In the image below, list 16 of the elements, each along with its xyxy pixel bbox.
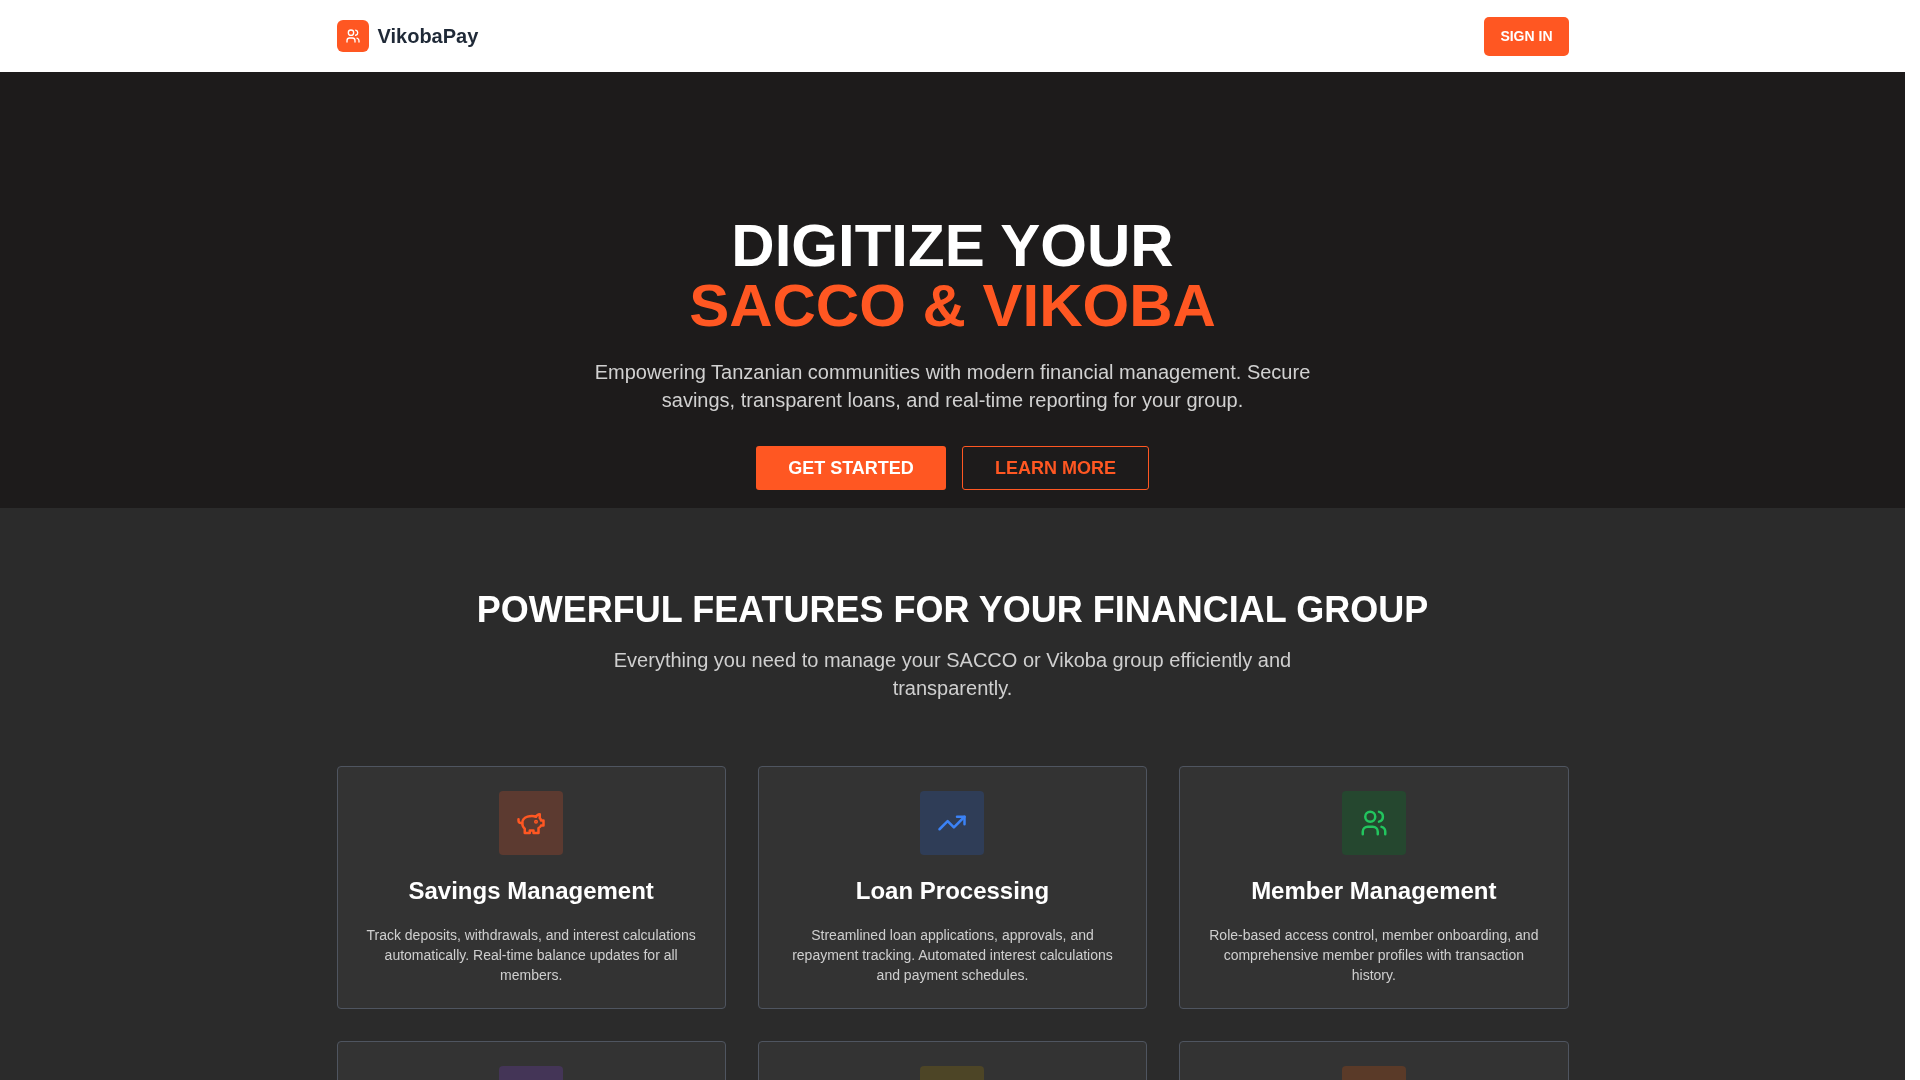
sign-in-button[interactable]: SIGN IN	[1484, 16, 1569, 56]
get-started-button[interactable]: GET STARTED	[756, 446, 946, 490]
hero-title-highlight: SACCO & VIKOBA	[689, 276, 1216, 336]
logo-icon	[336, 20, 369, 52]
feature-description: Streamlined loan applications, approvals, and repayment tracking. Automated interest calculations and payment schedules.	[791, 926, 1114, 985]
feature-title: Member Management	[1251, 876, 1497, 906]
brand-name[interactable]: VikobaPay	[377, 24, 479, 48]
features-subtitle: Everything you need to manage your SACCO or Vikoba group efficiently and transparently.	[612, 648, 1293, 701]
hero-title: DIGITIZE YOUR	[731, 216, 1174, 276]
learn-more-button[interactable]: LEARN MORE	[962, 446, 1149, 490]
feature-description: Role-based access control, member onboarding, and comprehensive member profiles with transaction history.	[1208, 926, 1540, 985]
feature-title: Loan Processing	[855, 876, 1050, 906]
hero-subtitle: Empowering Tanzanian communities with modern financial management. Secure savings, transparent loans, and real-time reporting for your group.	[593, 360, 1312, 413]
feature-title: Savings Management	[408, 876, 654, 906]
feature-description: Track deposits, withdrawals, and interest calculations automatically. Real-time balance updates for all members.	[365, 926, 697, 985]
features-title: POWERFUL FEATURES FOR YOUR FINANCIAL GROUP	[476, 588, 1429, 632]
